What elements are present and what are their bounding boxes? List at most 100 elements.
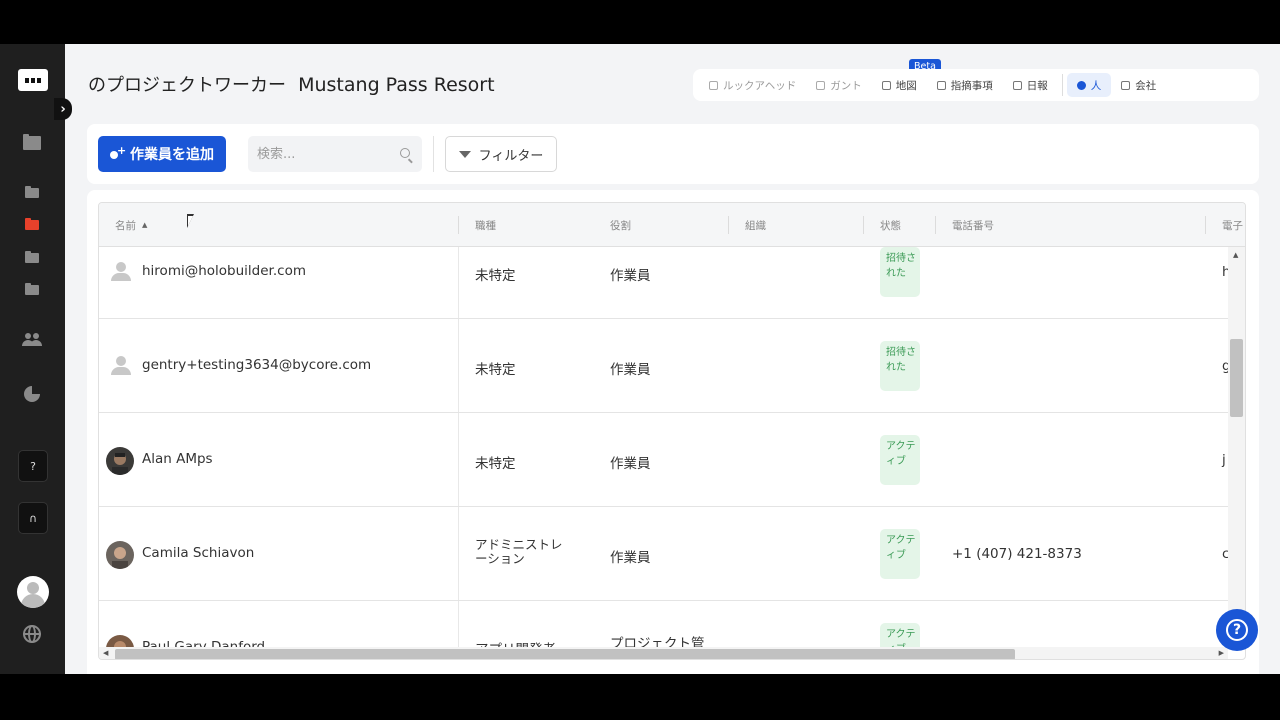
avatar	[106, 447, 134, 475]
headset-support-button[interactable]: ∩	[18, 502, 48, 534]
toolbar: 作業員を追加 フィルター	[87, 124, 1259, 184]
status-badge: 招待された	[880, 341, 920, 391]
filter-funnel-icon	[458, 150, 471, 158]
add-worker-button[interactable]: 作業員を追加	[98, 136, 226, 172]
divider	[433, 136, 434, 172]
table-header: 名前 ▲ 職種 役割 組織 状態 電話番号 電子	[99, 203, 1245, 247]
scroll-right-arrow-icon[interactable]: ▶	[1219, 649, 1224, 657]
sidebar: › ? ∩	[0, 44, 72, 674]
tab-lookahead[interactable]: ルックアヘッド	[699, 73, 806, 97]
worker-trade: アドミニストレーション	[475, 537, 563, 566]
worker-trade: 未特定	[475, 456, 516, 472]
column-divider[interactable]	[1205, 216, 1206, 234]
search-input[interactable]	[248, 136, 388, 172]
worker-role: 作業員	[610, 268, 651, 284]
people-icon[interactable]	[22, 332, 42, 348]
scrollbar-thumb[interactable]	[1230, 339, 1243, 417]
lookahead-icon	[709, 80, 718, 90]
worker-name: Paul Gary Danford	[142, 639, 266, 647]
company-icon	[1121, 80, 1131, 90]
status-badge: アクティブ	[880, 435, 920, 485]
worker-trade: 未特定	[475, 362, 516, 378]
globe-language-icon[interactable]	[23, 625, 41, 643]
workers-table-card: 名前 ▲ 職種 役割 組織 状態 電話番号 電子 hiromi@holobuild…	[87, 190, 1259, 674]
search-icon	[400, 148, 410, 158]
filter-button[interactable]: フィルター	[445, 136, 557, 172]
column-divider[interactable]	[458, 216, 459, 234]
app-logo[interactable]	[18, 69, 48, 91]
status-badge: アクティブ	[880, 529, 920, 579]
column-divider[interactable]	[935, 216, 936, 234]
worker-name: hiromi@holobuilder.com	[142, 263, 306, 279]
column-header-email[interactable]: 電子	[1222, 203, 1243, 247]
table-body: hiromi@holobuilder.com 未特定 作業員 招待された h g…	[99, 247, 1228, 647]
issues-icon	[936, 80, 946, 90]
mouse-cursor-icon	[187, 214, 194, 228]
worker-name: gentry+testing3634@bycore.com	[142, 357, 372, 373]
vertical-scrollbar[interactable]: ▲	[1228, 247, 1245, 647]
question-mark-icon: ?	[1226, 619, 1248, 641]
map-icon	[881, 80, 891, 90]
avatar	[106, 635, 134, 647]
daily-report-icon	[1012, 80, 1022, 90]
tab-people[interactable]: 人	[1066, 73, 1112, 97]
worker-phone: +1 (407) 421-8373	[952, 546, 1082, 562]
folder-icon[interactable]	[22, 250, 42, 266]
worker-role: 作業員	[610, 362, 651, 378]
worker-name: Alan AMps	[142, 451, 213, 467]
column-header-trade[interactable]: 職種	[475, 203, 496, 247]
table-row[interactable]: gentry+testing3634@bycore.com 未特定 作業員 招待…	[99, 319, 1228, 413]
avatar	[106, 541, 134, 569]
horizontal-scrollbar[interactable]: ◀ ▶	[99, 647, 1228, 659]
scroll-up-arrow-icon[interactable]: ▲	[1233, 251, 1238, 259]
search-field[interactable]	[248, 136, 422, 172]
column-divider[interactable]	[863, 216, 864, 234]
tab-company[interactable]: 会社	[1111, 73, 1166, 97]
worker-trade: 未特定	[475, 268, 516, 284]
help-circle-button[interactable]: ?	[18, 450, 48, 482]
default-avatar-icon	[111, 356, 131, 376]
worker-role: プロジェクト管	[610, 636, 705, 647]
status-badge: アクティブ	[880, 623, 920, 647]
scroll-left-arrow-icon[interactable]: ◀	[103, 649, 108, 657]
column-header-role[interactable]: 役割	[610, 203, 631, 247]
divider	[1061, 74, 1063, 96]
tab-issues[interactable]: 指摘事項	[927, 73, 1003, 97]
folder-icon[interactable]	[22, 185, 42, 201]
help-button[interactable]: ?	[1216, 609, 1258, 651]
add-person-icon	[110, 144, 126, 160]
tab-daily-report[interactable]: 日報	[1003, 73, 1058, 97]
default-avatar-icon	[111, 262, 131, 282]
workers-table: 名前 ▲ 職種 役割 組織 状態 電話番号 電子 hiromi@holobuild…	[98, 202, 1246, 660]
projects-folder-icon[interactable]	[22, 134, 42, 151]
sidebar-expand-button[interactable]: ›	[54, 98, 72, 120]
worker-role: 作業員	[610, 456, 651, 472]
tab-map[interactable]: 地図	[872, 73, 927, 97]
table-row[interactable]: Camila Schiavon アドミニストレーション 作業員 アクティブ +1…	[99, 507, 1228, 601]
column-divider[interactable]	[728, 216, 729, 234]
status-badge: 招待された	[880, 247, 920, 297]
column-header-status[interactable]: 状態	[880, 203, 901, 247]
worker-email: j	[1222, 452, 1226, 468]
table-row[interactable]: Paul Gary Danford アプリ開発者 プロジェクト管 アクティブ	[99, 601, 1228, 647]
page-title: のプロジェクトワーカー Mustang Pass Resort	[88, 74, 495, 96]
people-icon	[1076, 80, 1086, 90]
app-frame: › ? ∩ のプロジェクトワーカー Mustang Pass Resort Be…	[0, 44, 1280, 674]
column-header-name[interactable]: 名前 ▲	[115, 203, 147, 247]
analytics-pie-icon[interactable]	[22, 386, 42, 402]
worker-role: 作業員	[610, 550, 651, 566]
scrollbar-thumb[interactable]	[115, 649, 1015, 659]
active-folder-icon[interactable]	[22, 217, 42, 233]
column-header-organization[interactable]: 組織	[745, 203, 766, 247]
column-header-phone[interactable]: 電話番号	[952, 203, 994, 247]
worker-name: Camila Schiavon	[142, 545, 255, 561]
tab-gantt[interactable]: ガント	[806, 73, 872, 97]
view-switcher: ルックアヘッド ガント 地図 指摘事項 日報 人 会社	[693, 69, 1259, 101]
gantt-icon	[816, 80, 826, 90]
sort-ascending-icon[interactable]: ▲	[142, 221, 147, 229]
table-row[interactable]: Alan AMps 未特定 作業員 アクティブ j	[99, 413, 1228, 507]
worker-trade: アプリ開発者	[475, 638, 556, 647]
user-avatar[interactable]	[17, 576, 49, 608]
folder-icon[interactable]	[22, 282, 42, 298]
table-row[interactable]: hiromi@holobuilder.com 未特定 作業員 招待された h	[99, 247, 1228, 319]
